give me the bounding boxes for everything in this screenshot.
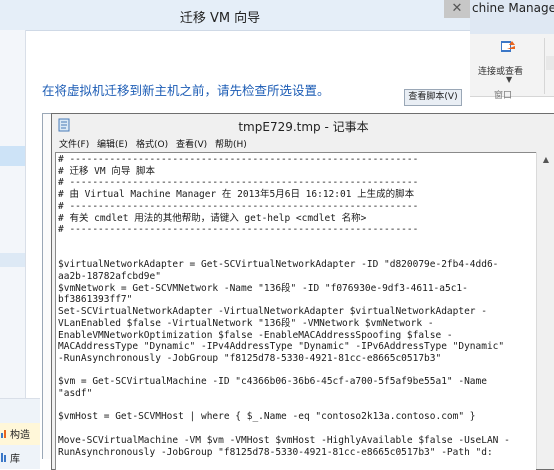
- menu-format[interactable]: 格式(O): [136, 137, 168, 150]
- notepad-window: tmpE729.tmp - 记事本 文件(F) 编辑(E) 格式(O) 查看(V…: [51, 113, 554, 470]
- script-content[interactable]: # --------------------------------------…: [58, 154, 510, 458]
- ribbon-next-group: [546, 56, 554, 70]
- wizard-prompt-text: 在将虚拟机迁移到新主机之前，请先检查所选设置。: [42, 83, 330, 98]
- workspace-library-label[interactable]: 库: [10, 450, 20, 465]
- nav-item-selected[interactable]: [0, 146, 25, 166]
- connect-or-view-button[interactable]: 连接或查看: [478, 64, 523, 77]
- menu-view[interactable]: 查看(V): [176, 137, 207, 150]
- workspace-build-label[interactable]: 构造: [10, 426, 30, 441]
- library-icon: [1, 453, 6, 462]
- view-script-button[interactable]: 查看脚本(V): [404, 89, 462, 106]
- notepad-menubar: 文件(F) 编辑(E) 格式(O) 查看(V) 帮助(H): [52, 136, 554, 152]
- wizard-close-button[interactable]: ✕: [444, 0, 470, 18]
- nav-item-highlight[interactable]: [0, 253, 25, 267]
- vertical-scrollbar[interactable]: ▲: [536, 152, 554, 469]
- wizard-title: 迁移 VM 向导: [179, 11, 261, 26]
- build-icon: [1, 430, 6, 438]
- menu-help[interactable]: 帮助(H): [215, 137, 247, 150]
- chevron-down-icon[interactable]: ▼: [506, 75, 512, 84]
- connect-or-view-icon[interactable]: [500, 40, 516, 56]
- menu-edit[interactable]: 编辑(E): [97, 137, 128, 150]
- notepad-text-area[interactable]: # --------------------------------------…: [55, 152, 536, 470]
- vmm-window-title: chine Manager: [470, 0, 554, 18]
- ribbon-divider: [544, 38, 545, 94]
- vmm-ribbon-tabs: [470, 18, 554, 34]
- notepad-title: tmpE729.tmp - 记事本: [238, 120, 369, 134]
- scroll-up-arrow-icon[interactable]: ▲: [537, 152, 554, 168]
- menu-file[interactable]: 文件(F): [59, 137, 89, 150]
- ribbon-group-window: 窗口: [494, 91, 513, 101]
